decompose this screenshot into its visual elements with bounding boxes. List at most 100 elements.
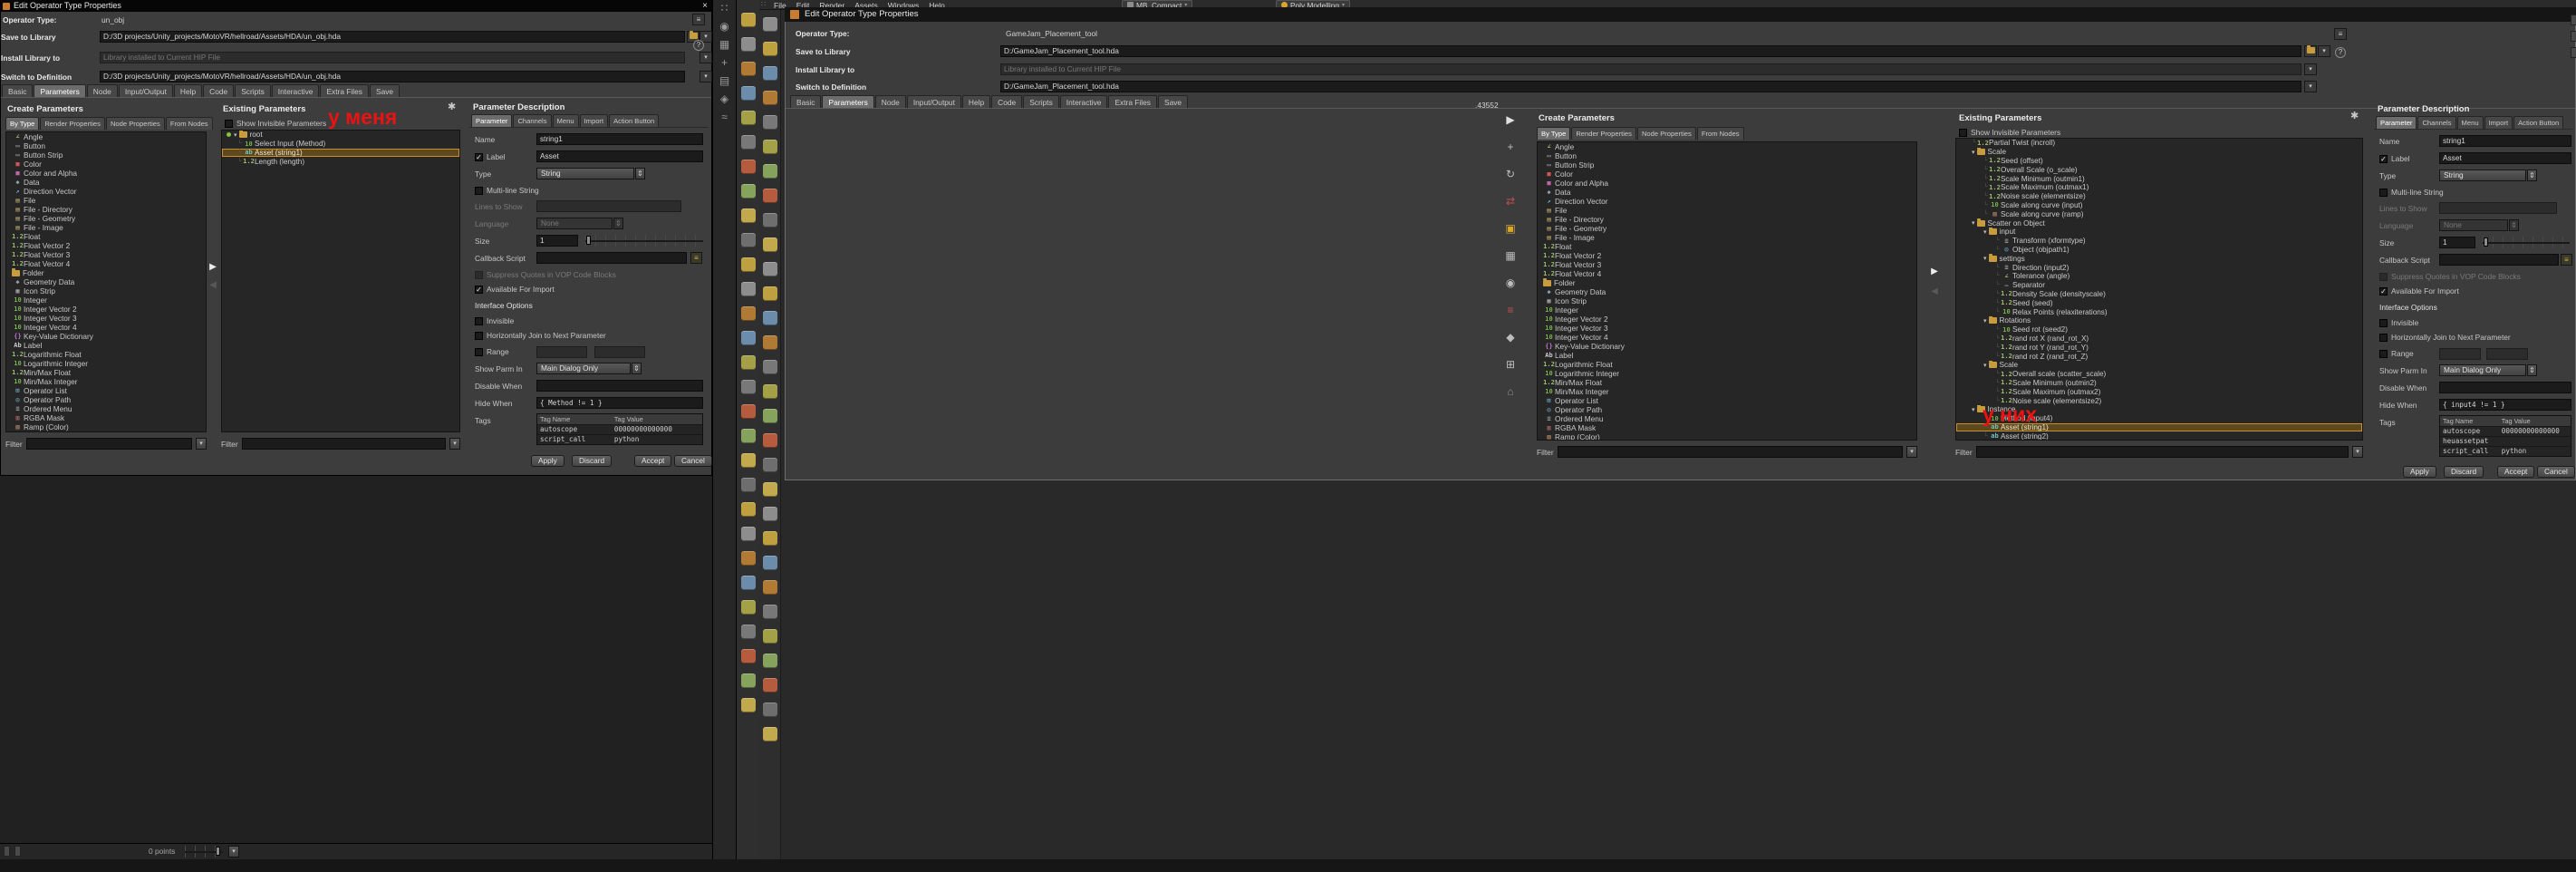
- show-parm-in-dropdown[interactable]: Main Dialog Only: [536, 363, 631, 374]
- camera-tool-icon[interactable]: ◉: [1497, 277, 1524, 289]
- accept-button[interactable]: Accept: [2497, 466, 2535, 478]
- tab-render-properties[interactable]: Render Properties: [1571, 127, 1636, 140]
- filter-input[interactable]: [241, 438, 446, 450]
- shelf-tool-icon[interactable]: [762, 580, 777, 595]
- tab-import[interactable]: Import: [2484, 116, 2513, 129]
- shelf-tool-icon[interactable]: [762, 91, 777, 105]
- tab-node[interactable]: Node: [874, 95, 906, 109]
- add-tool-icon[interactable]: ⊞: [1497, 359, 1524, 371]
- drag-grip-icon[interactable]: ∷: [713, 3, 736, 15]
- move-left-button[interactable]: ◀: [1928, 286, 1941, 297]
- tree-param-row[interactable]: └ 10 Scale along curve (input): [1956, 201, 2362, 210]
- horizontal-join-checkbox[interactable]: [2379, 334, 2388, 342]
- tree-param-row[interactable]: └ ab Asset (string2): [1956, 431, 2362, 440]
- close-icon[interactable]: ×: [702, 0, 708, 12]
- file-chooser-icon[interactable]: [2304, 45, 2317, 57]
- show-invisible-checkbox[interactable]: [1959, 129, 1967, 137]
- shelf-tool-icon[interactable]: [740, 551, 756, 566]
- param-type-row[interactable]: 1.2 Float Vector 4: [6, 259, 206, 268]
- type-spinner-icon[interactable]: ⇕: [635, 168, 645, 179]
- presets-icon[interactable]: ≡: [2334, 28, 2347, 40]
- shelf-tool-icon[interactable]: [740, 184, 756, 199]
- available-for-import-checkbox[interactable]: [2379, 287, 2388, 296]
- show-parm-in-spinner-icon[interactable]: ⇕: [632, 363, 642, 374]
- tree-param-row[interactable]: └ ≡ Transform (xformtype): [1956, 237, 2362, 246]
- name-input[interactable]: string1: [2439, 135, 2571, 147]
- snap-tool-icon[interactable]: ▣: [1497, 223, 1524, 235]
- tree-param-row[interactable]: └ 1.2 rand rot X (rand_rot_X): [1956, 334, 2362, 344]
- shelf-tool-icon[interactable]: [762, 286, 777, 301]
- rotate-tool-icon[interactable]: ↻: [1497, 169, 1524, 180]
- callback-script-input[interactable]: [536, 252, 687, 264]
- param-type-row[interactable]: ▤ File - Directory: [6, 205, 206, 214]
- filter-input[interactable]: [1557, 446, 1903, 458]
- save-to-library-input[interactable]: D:/GameJam_Placement_tool.hda: [1000, 45, 2301, 57]
- param-type-row[interactable]: ▥ RGBA Mask: [1538, 423, 1916, 432]
- crosshair-icon[interactable]: +: [713, 57, 736, 69]
- multiline-checkbox[interactable]: [475, 187, 483, 195]
- shelf-tool-icon[interactable]: [740, 600, 756, 615]
- param-type-row[interactable]: ▭ Button Strip: [1538, 160, 1916, 170]
- move-tool-icon[interactable]: +: [1497, 141, 1524, 153]
- tree-folder-row[interactable]: ▾ Scatter on Object: [1956, 218, 2362, 228]
- param-type-row[interactable]: ■ Color: [1538, 170, 1916, 179]
- tab-menu[interactable]: Menu: [2456, 116, 2484, 129]
- param-type-row[interactable]: {} Key-Value Dictionary: [1538, 342, 1916, 351]
- tab-scripts[interactable]: Scripts: [235, 84, 271, 98]
- status-icon[interactable]: [4, 846, 10, 857]
- grid-tool-icon[interactable]: ▦: [1497, 250, 1524, 262]
- tab-basic[interactable]: Basic: [2, 84, 34, 98]
- tab-extra-files[interactable]: Extra Files: [1108, 95, 1157, 109]
- shelf-tool-icon[interactable]: [762, 678, 777, 693]
- cropped-toolbar-icon[interactable]: [2571, 31, 2576, 42]
- param-type-row[interactable]: 10 Integer Vector 4: [6, 323, 206, 332]
- filter-input[interactable]: [1975, 446, 2349, 458]
- size-input[interactable]: 1: [536, 235, 578, 247]
- param-type-row[interactable]: ∠ Angle: [1538, 142, 1916, 151]
- home-tool-icon[interactable]: ⌂: [1497, 386, 1524, 398]
- shelf-tool-icon[interactable]: [762, 384, 777, 399]
- install-dropdown-arrow-icon[interactable]: ▾: [2304, 63, 2317, 75]
- range-min-input[interactable]: [536, 346, 587, 358]
- tree-param-row[interactable]: └ 1.2 Seed (offset): [1956, 157, 2362, 166]
- show-parm-in-dropdown[interactable]: Main Dialog Only: [2439, 364, 2526, 376]
- shelf-tool-icon[interactable]: [762, 360, 777, 374]
- param-type-row[interactable]: ▭ Button: [1538, 151, 1916, 160]
- save-dropdown-arrow-icon[interactable]: ▾: [2318, 45, 2330, 57]
- install-library-field[interactable]: Library installed to Current HIP File: [1000, 63, 2301, 75]
- shelf-tool-icon[interactable]: [740, 160, 756, 174]
- tab-input-output[interactable]: Input/Output: [906, 95, 961, 109]
- tree-param-row[interactable]: └ 1.2 Density Scale (densityscale): [1956, 290, 2362, 299]
- language-spinner-icon[interactable]: ⇕: [2509, 219, 2519, 231]
- shelf-tool-icon[interactable]: [762, 654, 777, 668]
- tab-render-properties[interactable]: Render Properties: [40, 117, 105, 130]
- range-checkbox[interactable]: [475, 348, 483, 356]
- param-type-row[interactable]: ↗ Direction Vector: [1538, 197, 1916, 206]
- tree-param-row[interactable]: └ 1.2 Scale Minimum (outmin1): [1956, 174, 2362, 183]
- shelf-tool-icon[interactable]: [740, 62, 756, 76]
- param-type-row[interactable]: 1.2 Float: [6, 232, 206, 241]
- tree-param-row[interactable]: └ ∠ Tolerance (angle): [1956, 272, 2362, 281]
- presets-icon[interactable]: ≡: [692, 14, 705, 25]
- tree-param-row[interactable]: └ ≡ Direction (input2): [1956, 263, 2362, 272]
- shelf-tool-icon[interactable]: [740, 478, 756, 492]
- tab-import[interactable]: Import: [579, 114, 609, 127]
- tree-param-row[interactable]: └ 1.2 Partial Twist (incroll): [1956, 139, 2362, 148]
- cancel-button[interactable]: Cancel: [2537, 466, 2575, 478]
- tag-row[interactable]: heuassetpat: [2440, 436, 2571, 446]
- shelf-tool-icon[interactable]: [740, 135, 756, 150]
- grid-icon[interactable]: ▦: [713, 39, 736, 51]
- type-spinner-icon[interactable]: ⇕: [2527, 170, 2537, 181]
- tree-folder-row[interactable]: ▾ Rotations: [1956, 315, 2362, 325]
- shelf-tool-icon[interactable]: [740, 502, 756, 517]
- language-dropdown[interactable]: None: [536, 218, 613, 229]
- tab-save[interactable]: Save: [1158, 95, 1189, 109]
- tree-param-row[interactable]: └ 1.2 Seed (seed): [1956, 298, 2362, 307]
- shelf-tool-icon[interactable]: [762, 311, 777, 325]
- tab-node-properties[interactable]: Node Properties: [1636, 127, 1696, 140]
- param-type-row[interactable]: Ab Label: [6, 341, 206, 350]
- param-type-row[interactable]: 10 Integer Vector 3: [6, 314, 206, 323]
- lines-to-show-input[interactable]: [2439, 202, 2557, 214]
- status-slider[interactable]: [185, 846, 223, 857]
- shelf-tool-icon[interactable]: [762, 237, 777, 252]
